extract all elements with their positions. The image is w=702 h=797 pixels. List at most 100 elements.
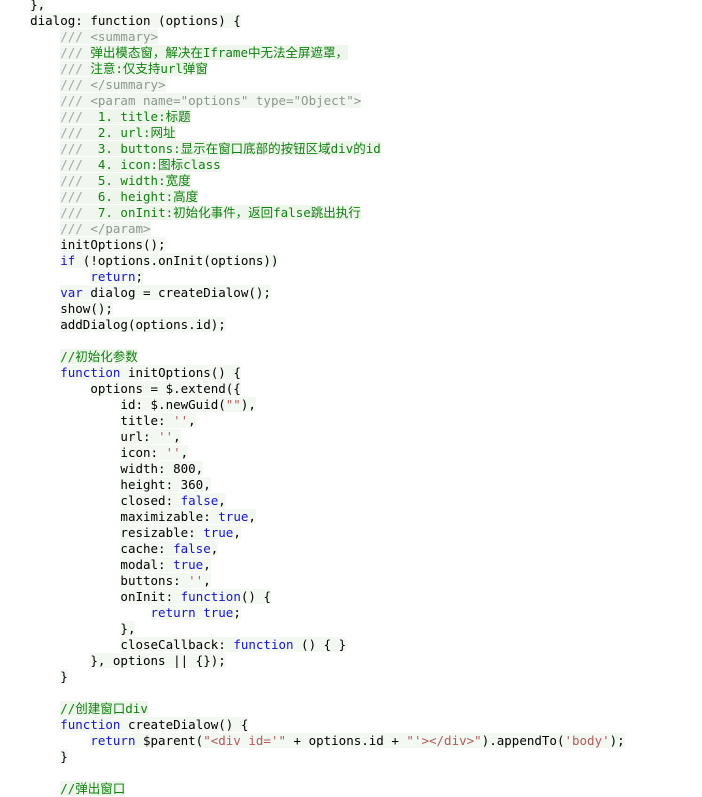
code-line: /// 注意:仅支持url弹窗 [0,61,702,77]
code-token-str: '' [158,429,174,444]
code-token-plain: , [218,493,226,508]
code-line: /// 4. icon:图标class [0,157,702,173]
code-token-plain: icon: [120,445,166,460]
code-token-docslash: /// [60,29,91,44]
code-token-plain: } [60,749,68,764]
code-token-plain: closeCallback: [120,637,234,652]
code-token-kw: true [218,509,249,524]
code-line: /// 3. buttons:显示在窗口底部的按钮区域div的id [0,141,702,157]
code-line: /// 5. width:宽度 [0,173,702,189]
code-token-cmt: //创建窗口div [60,701,148,716]
code-token-kw: false [173,541,211,556]
code-token-docslash: /// [60,93,91,108]
code-line: initOptions(); [0,237,702,253]
code-token-plain: , [180,445,189,460]
code-line: options = $.extend({ [0,381,702,397]
code-token-kw: true [203,525,234,540]
code-token-plain: closed: [120,493,181,508]
code-token-plain: , [203,557,211,572]
code-token-plain: , [203,573,211,588]
code-line: var dialog = createDialow(); [0,285,702,301]
code-token-plain: id: $.newGuid( [120,397,226,412]
code-line: buttons: '', [0,573,702,589]
code-token-kw: false [180,493,219,508]
code-token-cmt: //初始化参数 [60,349,138,364]
code-token-plain: buttons: [120,573,189,588]
code-token-cmt: 1. title:标题 [97,109,191,124]
code-token-str: '' [165,445,181,460]
code-line: width: 800, [0,461,702,477]
code-token-cmt: 4. icon:图标class [97,157,221,172]
code-line: dialog: function (options) { [0,13,702,29]
code-token-plain: , [210,541,219,556]
code-body[interactable]: }, dialog: function (options) { /// <sum… [0,0,702,797]
code-token-kw: true [203,605,234,620]
code-token-plain: ; [135,269,143,284]
code-token-kw: function [180,589,241,604]
code-token-str: "" [225,397,241,412]
code-token-docslash: /// [60,221,91,236]
code-line: cache: false, [0,541,702,557]
code-line: if (!options.onInit(options)) [0,253,702,269]
code-line: /// 弹出模态窗，解决在Iframe中无法全屏遮罩， [0,45,702,61]
code-token-plain: }, [30,0,46,12]
code-token-str: "'></div>" [406,733,482,748]
code-line: maximizable: true, [0,509,702,525]
code-token-str: "<div id='" [203,733,286,748]
code-line: //创建窗口div [0,701,702,717]
code-token-plain: ).appendTo( [481,733,565,748]
code-line: /// </summary> [0,77,702,93]
code-line: icon: '', [0,445,702,461]
code-line: onInit: function() { [0,589,702,605]
code-token-plain: ), [240,397,256,412]
code-token-plain: options = $.extend({ [90,381,241,396]
code-line: url: '', [0,429,702,445]
code-token-plain: cache: [120,541,174,556]
code-token-doctag: </summary> [90,77,166,92]
code-line: function createDialow() { [0,717,702,733]
code-line: /// 7. onInit:初始化事件，返回false跳出执行 [0,205,702,221]
code-line: function initOptions() { [0,365,702,381]
code-token-plain: maximizable: [120,509,219,524]
code-token-str: 'body' [564,733,610,748]
code-token-kw: function [60,717,121,732]
code-token-docslash: /// [60,205,98,220]
code-token-docslash: /// [60,45,91,60]
code-token-docslash: /// [60,109,98,124]
code-token-cmt: 弹出模态窗，解决在Iframe中无法全屏遮罩， [90,45,348,60]
code-token-plain: , [233,525,241,540]
code-token-plain: () { [240,589,271,604]
code-token-plain: width: 800, [120,461,204,476]
code-line: return; [0,269,702,285]
code-line: }, [0,621,702,637]
code-token-plain: }, [120,621,136,636]
code-line: /// </param> [0,221,702,237]
